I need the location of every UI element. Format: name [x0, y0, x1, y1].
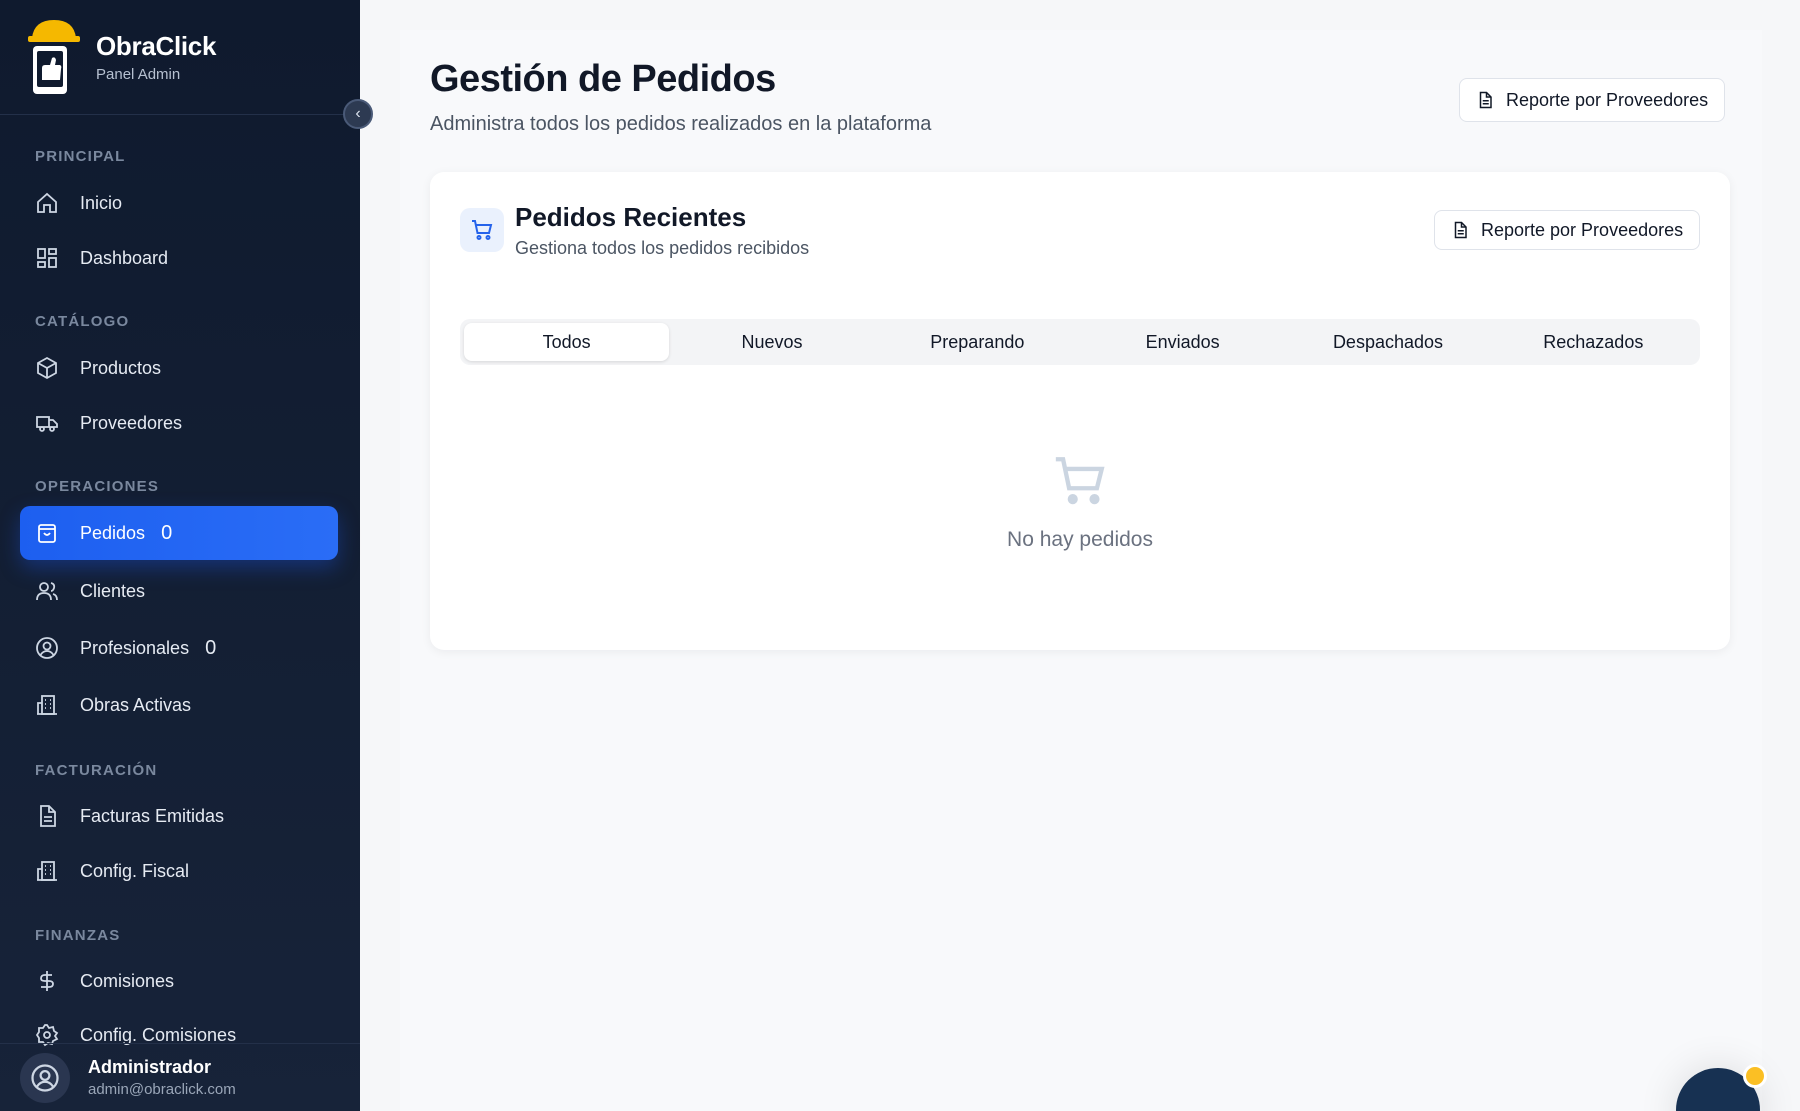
sidebar-item-label: Comisiones	[80, 970, 175, 991]
sidebar-item-facturas-emitidas[interactable]: Facturas Emitidas	[20, 789, 338, 843]
brand[interactable]: ObraClick Panel Admin	[0, 0, 360, 115]
card-report-providers-button[interactable]: Reporte por Proveedores	[1434, 210, 1701, 250]
tab-nuevos[interactable]: Nuevos	[669, 323, 874, 361]
recent-orders-card: Pedidos Recientes Gestiona todos los ped…	[430, 172, 1730, 650]
profesionales-count-badge: 0	[205, 636, 217, 659]
user-email: admin@obraclick.com	[88, 1081, 236, 1098]
section-catalogo: CATÁLOGO	[35, 313, 130, 330]
user-profile[interactable]: Administrador admin@obraclick.com	[0, 1043, 360, 1111]
grid-icon	[34, 245, 60, 271]
empty-state: No hay pedidos	[430, 452, 1730, 552]
user-name: Administrador	[88, 1057, 212, 1077]
box-icon	[34, 355, 60, 381]
sidebar-item-comisiones[interactable]: Comisiones	[20, 954, 338, 1008]
chevron-left-icon: ‹	[355, 105, 361, 122]
tab-enviados[interactable]: Enviados	[1080, 323, 1285, 361]
card-title: Pedidos Recientes	[515, 202, 747, 232]
sidebar-item-label: Profesionales	[80, 637, 190, 658]
report-button-label: Reporte por Proveedores	[1506, 89, 1709, 110]
page-subtitle: Administra todos los pedidos realizados …	[430, 113, 932, 135]
sidebar-item-profesionales[interactable]: Profesionales 0	[20, 621, 338, 675]
sidebar-item-pedidos[interactable]: Pedidos 0	[20, 506, 338, 560]
sidebar-item-label: Productos	[80, 357, 162, 378]
building-icon	[34, 858, 60, 884]
notification-dot	[1743, 1064, 1767, 1088]
sidebar-item-label: Inicio	[80, 192, 123, 213]
tab-preparando[interactable]: Preparando	[875, 323, 1080, 361]
sidebar-item-obras-activas[interactable]: Obras Activas	[20, 678, 338, 732]
avatar	[20, 1052, 70, 1103]
users-icon	[34, 578, 60, 604]
sidebar-item-productos[interactable]: Productos	[20, 341, 338, 395]
sidebar-item-label: Dashboard	[80, 247, 169, 268]
obraclick-logo	[28, 20, 80, 94]
card-subtitle: Gestiona todos los pedidos recibidos	[515, 238, 810, 258]
sidebar-item-label: Obras Activas	[80, 694, 192, 715]
brand-subtitle: Panel Admin	[96, 66, 181, 83]
shopping-bag-icon	[34, 520, 60, 546]
pedidos-count-badge: 0	[161, 521, 173, 544]
brand-name: ObraClick	[96, 31, 217, 61]
report-providers-button[interactable]: Reporte por Proveedores	[1459, 78, 1726, 122]
cart-icon	[460, 208, 504, 252]
sidebar-item-config-fiscal[interactable]: Config. Fiscal	[20, 844, 338, 898]
dollar-icon	[34, 968, 60, 994]
report-button-label: Reporte por Proveedores	[1481, 219, 1684, 240]
section-principal: PRINCIPAL	[35, 148, 126, 165]
tab-despachados[interactable]: Despachados	[1285, 323, 1490, 361]
section-finanzas: FINANZAS	[35, 927, 121, 944]
sidebar-item-inicio[interactable]: Inicio	[20, 176, 338, 230]
empty-cart-icon	[430, 452, 1730, 510]
page-title: Gestión de Pedidos	[430, 58, 776, 100]
home-icon	[34, 190, 60, 216]
sidebar-item-label: Config. Fiscal	[80, 860, 190, 881]
sidebar-item-label: Proveedores	[80, 412, 183, 433]
building-icon	[34, 692, 60, 718]
section-facturacion: FACTURACIÓN	[35, 762, 158, 779]
file-text-icon	[34, 803, 60, 829]
truck-icon	[34, 410, 60, 436]
order-status-tabs: Todos Nuevos Preparando Enviados Despach…	[460, 319, 1700, 365]
empty-state-text: No hay pedidos	[1007, 528, 1153, 551]
sidebar-item-dashboard[interactable]: Dashboard	[20, 231, 338, 285]
sidebar-item-label: Pedidos	[80, 522, 146, 543]
file-report-icon	[1476, 90, 1494, 110]
sidebar-item-clientes[interactable]: Clientes	[20, 564, 338, 618]
sidebar-item-proveedores[interactable]: Proveedores	[20, 396, 338, 450]
user-circle-icon	[34, 635, 60, 661]
section-operaciones: OPERACIONES	[35, 478, 160, 495]
tab-todos[interactable]: Todos	[464, 323, 670, 361]
sidebar-item-label: Clientes	[80, 580, 146, 601]
file-report-icon	[1451, 220, 1469, 240]
tab-rechazados[interactable]: Rechazados	[1491, 323, 1696, 361]
collapse-sidebar-button[interactable]: ‹	[343, 99, 373, 129]
sidebar: ObraClick Panel Admin PRINCIPAL Inicio D…	[0, 0, 360, 1111]
sidebar-item-label: Facturas Emitidas	[80, 805, 225, 826]
